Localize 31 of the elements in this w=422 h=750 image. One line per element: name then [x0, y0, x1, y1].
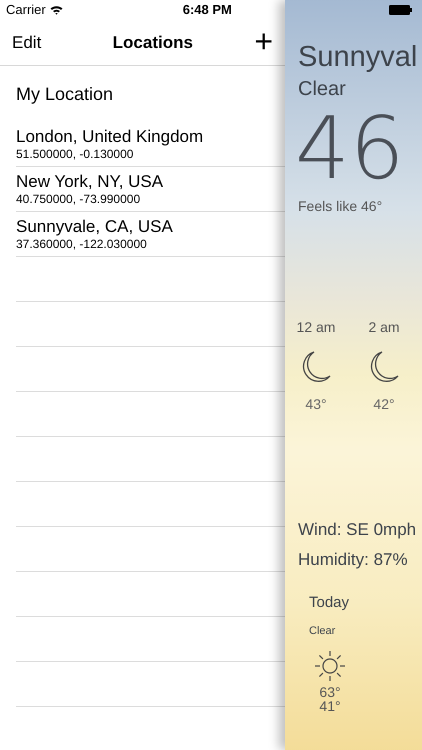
add-button[interactable]: +	[254, 24, 273, 60]
high-temperature: 63°	[319, 685, 341, 699]
day-label: Today	[309, 593, 350, 613]
location-name[interactable]: London, United Kingdom	[16, 127, 285, 147]
carrier-label: Carrier	[6, 1, 46, 20]
moon-icon	[368, 350, 400, 384]
location-coordinates: 40.750000, -73.990000	[16, 192, 142, 206]
battery-icon	[389, 5, 412, 15]
location-coordinates: 51.500000, -0.130000	[16, 147, 134, 161]
location-name[interactable]: New York, NY, USA	[16, 172, 285, 192]
hour-label: 2 am	[368, 318, 400, 337]
wind-label: Wind: SE 0mph	[297, 519, 418, 541]
moon-icon	[300, 350, 332, 384]
low-temperature: 41°	[319, 699, 341, 713]
temperature-label: 46	[294, 104, 406, 194]
location-name[interactable]: My Location	[16, 80, 114, 108]
nav-title: Locations	[112, 32, 193, 54]
sun-icon	[313, 649, 347, 683]
city-name: Sunnyval	[297, 40, 418, 74]
day-condition: Clear	[309, 624, 336, 638]
hour-label: 12 am	[296, 318, 336, 337]
wifi-icon	[50, 5, 63, 15]
location-name[interactable]: Sunnyvale, CA, USA	[16, 217, 285, 237]
location-coordinates: 37.360000, -122.030000	[16, 237, 148, 251]
hour-temperature: 42°	[373, 395, 395, 414]
edit-button[interactable]: Edit	[12, 30, 42, 56]
condition-label: Clear	[297, 77, 347, 102]
humidity-label: Humidity: 87%	[297, 548, 409, 570]
feels-like-label: Feels like 46°	[297, 197, 384, 216]
clock-label: 6:48 PM	[182, 1, 232, 20]
hour-temperature: 43°	[305, 395, 327, 414]
